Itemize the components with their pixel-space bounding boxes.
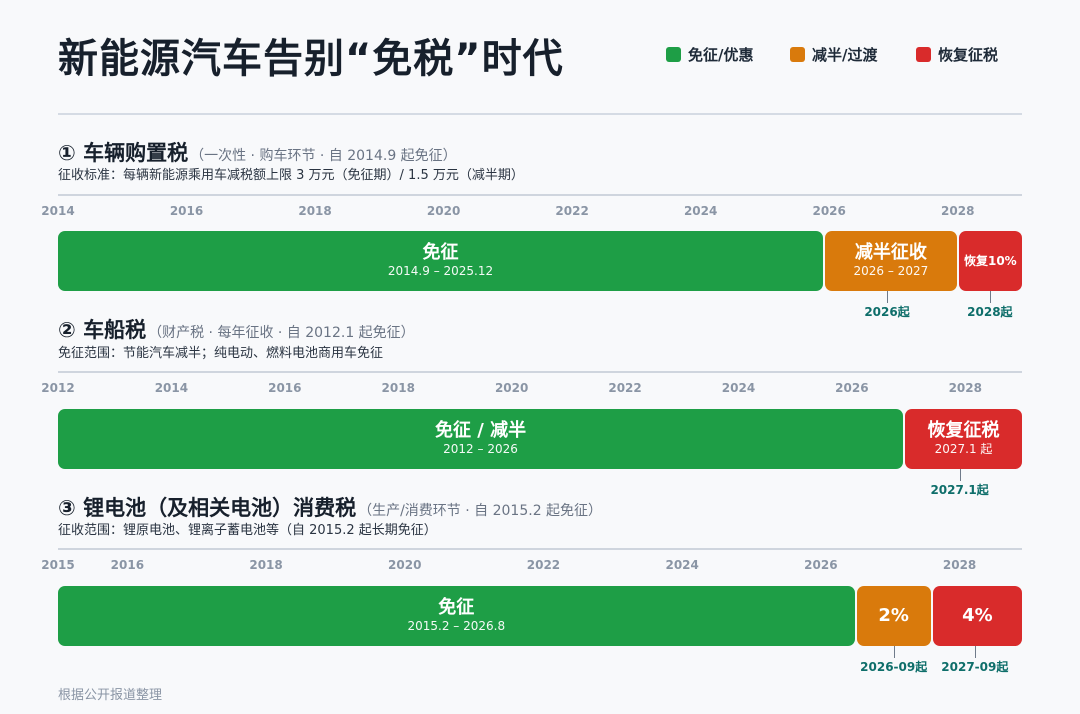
axis-tick-label: 2014: [41, 204, 75, 218]
legend-label: 免征/优惠: [688, 46, 754, 64]
section-3-axis: [58, 548, 1022, 550]
timeline-segment: 2%: [856, 586, 931, 646]
axis-tick-label: 2015: [41, 558, 75, 572]
legend-swatch-red: [916, 47, 931, 62]
axis-tick-label: 2018: [298, 204, 332, 218]
timeline-segment: 免征 2014.9 – 2025.12: [58, 231, 824, 291]
timeline-segment: 减半征收 2026 – 2027: [825, 231, 957, 291]
legend-label: 恢复征税: [938, 46, 999, 64]
segment-label: 2%: [878, 604, 909, 626]
segment-label: 减半征收: [854, 241, 927, 263]
page-title: 新能源汽车告别“免税”时代: [58, 36, 564, 82]
marker-label: 2027-09起: [941, 660, 1009, 674]
timeline-segment: 免征 / 减半 2012 – 2026: [58, 409, 904, 469]
legend-item-exempt: 免征/优惠: [666, 44, 753, 65]
axis-tick-label: 2016: [169, 204, 204, 218]
axis-tick-label: 2018: [249, 558, 283, 572]
axis-tick-label: 2020: [388, 558, 422, 572]
legend-label: 减半/过渡: [812, 46, 878, 64]
timeline-segment: 免征 2015.2 – 2026.8: [58, 586, 855, 646]
axis-tick-label: 2024: [721, 381, 756, 395]
section-1-description: 征收标准：每辆新能源乘用车减税额上限 3 万元（免征期）/ 1.5 万元（减半期…: [58, 168, 524, 183]
source-note: 根据公开报道整理: [58, 688, 163, 703]
section-3-title: ③ 锂电池（及相关电池）消费税 （生产/消费环节 · 自 2015.2 起免征）: [58, 496, 603, 520]
marker-line: [959, 469, 961, 481]
segment-label: 免征: [422, 241, 459, 263]
axis-tick-label: 2012: [41, 381, 75, 395]
marker-label: 2027.1起: [930, 483, 989, 497]
marker-line: [989, 291, 991, 303]
axis-tick-label: 2016: [268, 381, 302, 395]
axis-tick-label: 2024: [683, 204, 718, 218]
section-2-subtitle: （财产税 · 每年征收 · 自 2012.1 起免征）: [148, 325, 415, 341]
axis-tick-label: 2018: [381, 381, 415, 395]
marker-label: 2028起: [967, 305, 1013, 319]
segment-dates: 2012 – 2026: [443, 442, 518, 457]
section-1-subtitle: （一次性 · 购车环节 · 自 2014.9 起免征）: [190, 148, 457, 164]
marker-label: 2026-09起: [860, 660, 928, 674]
timeline-segment: 恢复10%: [958, 231, 1022, 291]
axis-tick-label: 2020: [426, 204, 461, 218]
axis-tick-label: 2026: [804, 558, 838, 572]
axis-tick-label: 2022: [555, 204, 589, 218]
segment-label: 免征: [438, 596, 475, 618]
segment-dates: 2027.1 起: [934, 442, 993, 457]
legend-item-resume: 恢复征税: [916, 44, 998, 65]
legend-swatch-orange: [790, 47, 805, 62]
marker-line: [887, 291, 889, 303]
section-1-axis: [58, 194, 1022, 196]
axis-tick-label: 2028: [942, 558, 977, 572]
header-divider: [58, 113, 1022, 115]
section-2-description: 免征范围：节能汽车减半；纯电动、燃料电池商用车免征: [58, 346, 384, 361]
legend-swatch-green: [666, 47, 681, 62]
segment-label: 免征 / 减半: [434, 419, 527, 441]
axis-tick-label: 2028: [948, 381, 982, 395]
marker-line: [974, 646, 976, 658]
section-2-axis: [58, 371, 1022, 373]
timeline-segment: 恢复征税 2027.1 起: [905, 409, 1022, 469]
section-3-subtitle: （生产/消费环节 · 自 2015.2 起免征）: [358, 503, 603, 519]
segment-label: 恢复10%: [963, 253, 1017, 268]
axis-tick-label: 2028: [941, 204, 975, 218]
axis-tick-label: 2014: [154, 381, 189, 395]
segment-dates: 2015.2 – 2026.8: [407, 619, 506, 634]
axis-tick-label: 2022: [608, 381, 642, 395]
segment-label: 恢复征税: [927, 419, 1000, 441]
axis-tick-label: 2024: [665, 558, 699, 572]
axis-tick-label: 2026: [835, 381, 869, 395]
segment-dates: 2014.9 – 2025.12: [387, 264, 494, 279]
axis-tick-label: 2020: [494, 381, 529, 395]
section-2-title: ② 车船税 （财产税 · 每年征收 · 自 2012.1 起免征）: [58, 318, 415, 342]
axis-tick-label: 2026: [812, 204, 846, 218]
marker-line: [893, 646, 895, 658]
legend-item-half: 减半/过渡: [790, 44, 877, 65]
segment-dates: 2026 – 2027: [853, 264, 929, 279]
axis-tick-label: 2016: [110, 558, 145, 572]
segment-label: 4%: [962, 604, 993, 626]
section-1-title: ① 车辆购置税 （一次性 · 购车环节 · 自 2014.9 起免征）: [58, 141, 457, 165]
marker-label: 2026起: [864, 305, 910, 319]
axis-tick-label: 2022: [526, 558, 561, 572]
timeline-segment: 4%: [932, 586, 1022, 646]
section-3-description: 征收范围：锂原电池、锂离子蓄电池等（自 2015.2 起长期免征）: [58, 523, 437, 538]
